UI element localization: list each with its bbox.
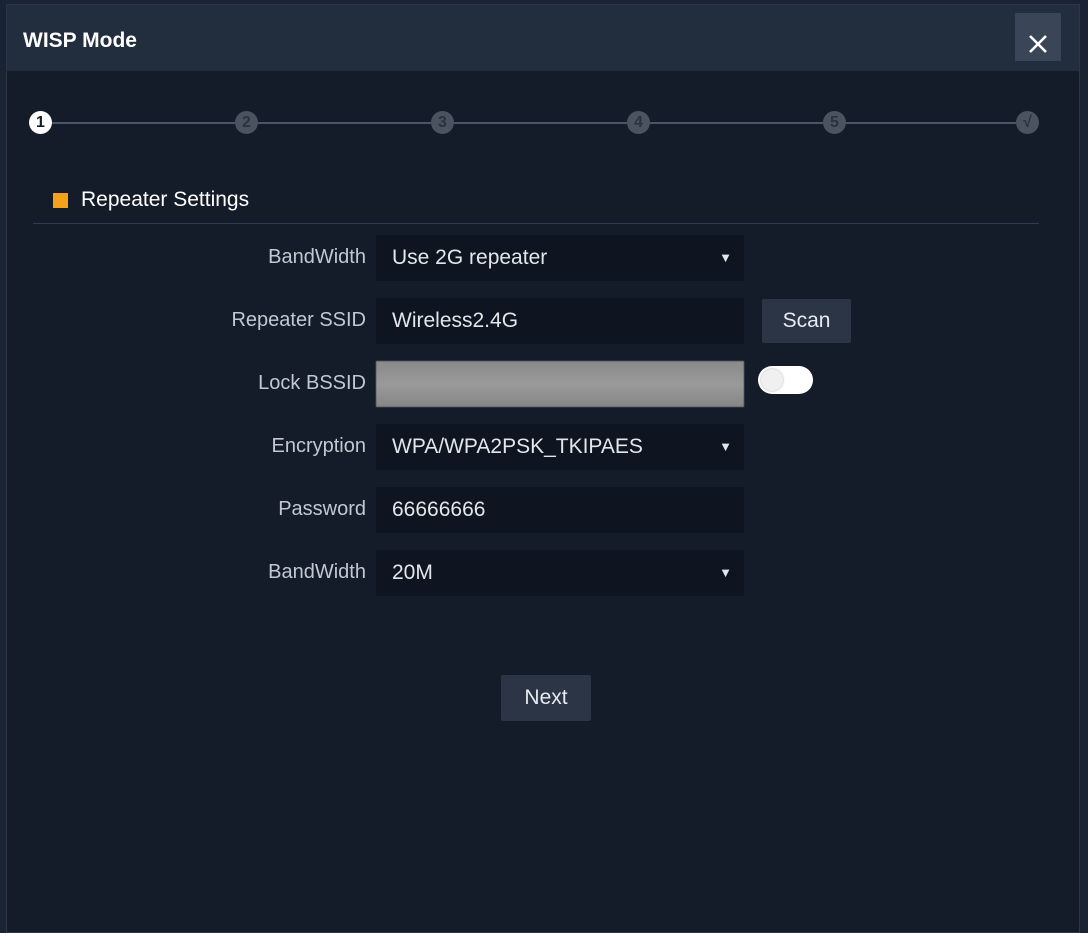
repeater-ssid-value: Wireless2.4G [392,309,519,332]
password-row: Password 66666666 [7,487,1079,533]
dialog-title: WISP Mode [23,29,137,52]
step-2: 2 [235,111,258,134]
bandwidth-label: BandWidth [268,561,366,583]
lock-bssid-input[interactable] [376,361,744,407]
password-label: Password [278,498,366,520]
step-1: 1 [29,111,52,134]
bandwidth-select-value: 20M [392,561,433,584]
encryption-select[interactable]: WPA/WPA2PSK_TKIPAES ▼ [376,424,744,470]
password-value: 66666666 [392,498,486,521]
wisp-mode-dialog: WISP Mode 1 2 3 4 5 √ Repeater Settings … [6,4,1080,933]
encryption-select-value: WPA/WPA2PSK_TKIPAES [392,435,643,458]
section-marker-icon [53,193,68,208]
toggle-knob [761,369,783,391]
chevron-down-icon: ▼ [719,439,732,454]
step-connector [650,122,823,124]
section-divider [33,223,1039,224]
band-select-value: Use 2G repeater [392,246,548,269]
step-connector [52,122,235,124]
chevron-down-icon: ▼ [719,565,732,580]
section-title: Repeater Settings [81,188,250,211]
scan-button[interactable]: Scan [762,299,851,343]
encryption-label: Encryption [271,435,367,457]
step-connector [258,122,431,124]
repeater-ssid-input[interactable]: Wireless2.4G [376,298,744,344]
step-3: 3 [431,111,454,134]
chevron-down-icon: ▼ [719,250,732,265]
close-icon [1029,35,1047,53]
repeater-ssid-row: Repeater SSID Wireless2.4G Scan [7,298,1079,344]
password-input[interactable]: 66666666 [376,487,744,533]
bandwidth-select[interactable]: 20M ▼ [376,550,744,596]
step-connector [846,122,1016,124]
step-5: 5 [823,111,846,134]
encryption-row: Encryption WPA/WPA2PSK_TKIPAES ▼ [7,424,1079,470]
lock-bssid-label: Lock BSSID [258,372,366,394]
next-button[interactable]: Next [501,675,591,721]
lock-bssid-row: Lock BSSID [7,361,1079,407]
step-4: 4 [627,111,650,134]
band-label: BandWidth [268,246,366,268]
dialog-titlebar: WISP Mode [7,5,1079,71]
progress-stepper: 1 2 3 4 5 √ [29,109,1039,137]
close-button[interactable] [1015,13,1061,61]
step-connector [454,122,627,124]
repeater-ssid-label: Repeater SSID [231,309,366,331]
bandwidth-row: BandWidth 20M ▼ [7,550,1079,596]
band-row: BandWidth Use 2G repeater ▼ [7,235,1079,281]
step-done: √ [1016,111,1039,134]
band-select[interactable]: Use 2G repeater ▼ [376,235,744,281]
lock-bssid-toggle[interactable] [758,366,813,394]
